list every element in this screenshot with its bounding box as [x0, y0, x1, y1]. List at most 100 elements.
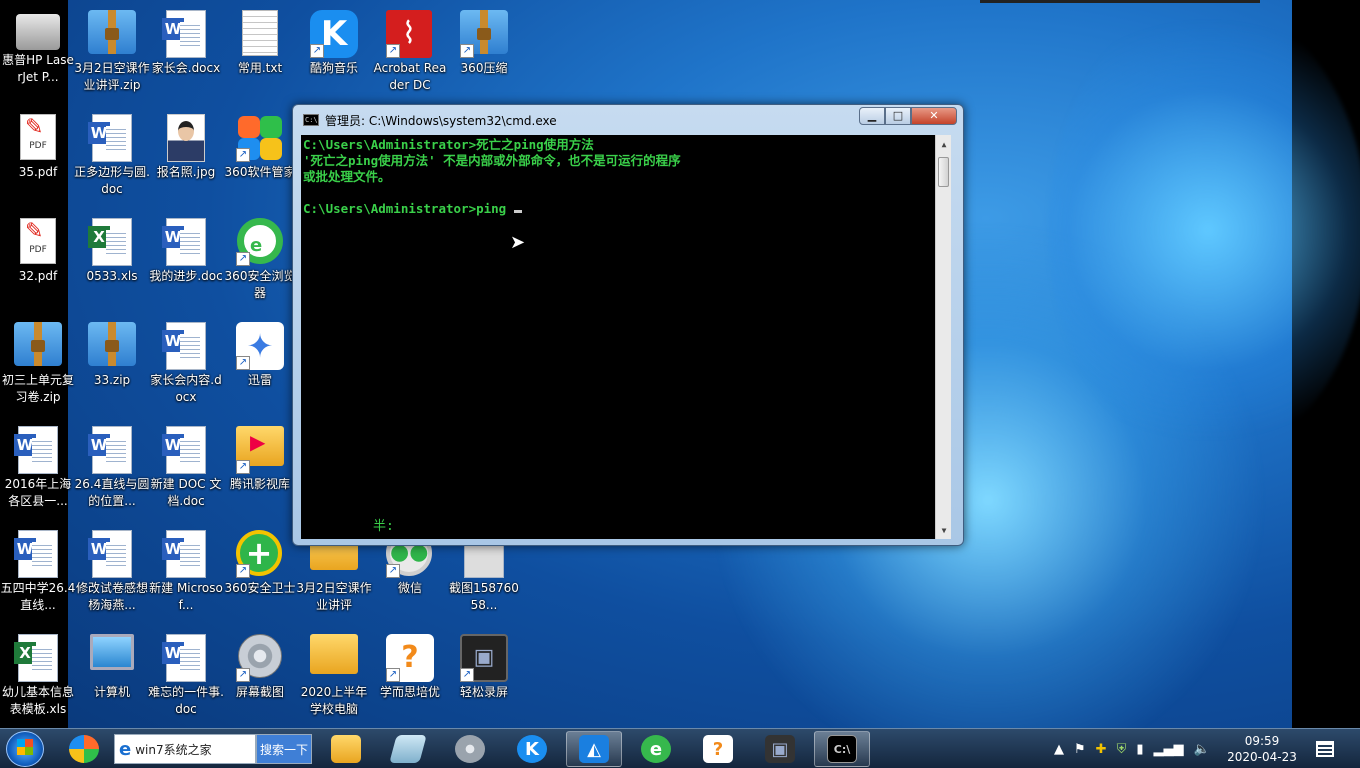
360-software-manager-icon	[69, 735, 99, 763]
folder-icon	[331, 735, 361, 763]
desktop-icon-new-microsoft[interactable]: W 新建 Microsof...	[148, 524, 224, 614]
cmd-titlebar[interactable]: C:\ 管理员: C:\Windows\system32\cmd.exe	[303, 111, 557, 129]
taskbar-paper[interactable]	[380, 731, 436, 767]
app-logo-icon: ◭	[579, 735, 609, 763]
maximize-button[interactable]: □	[885, 107, 911, 125]
battery-icon[interactable]: ▮	[1136, 742, 1143, 757]
desktop-icon-tencent-video[interactable]: ▶ ↗ 腾讯影视库	[222, 420, 298, 493]
desktop-icon-progress-doc[interactable]: W 我的进步.doc	[148, 212, 224, 285]
desktop-icon-school-pc-folder[interactable]: 2020上半年学校电脑	[296, 628, 372, 718]
text-file-icon	[242, 10, 278, 56]
desktop-icon-360-guard[interactable]: + ↗ 360安全卫士	[222, 524, 298, 597]
taskbar-recorder[interactable]: ▣	[752, 731, 808, 767]
desktop-icon-26-4-doc[interactable]: W 26.4直线与圆的位置...	[74, 420, 150, 510]
desktop-icon-screenshot[interactable]: ↗ 屏幕截图	[222, 628, 298, 701]
start-button[interactable]	[6, 731, 44, 767]
taskbar-kugou[interactable]: K	[504, 731, 560, 767]
cmd-output: C:\Users\Administrator>死亡之ping使用方法 '死亡之pi…	[303, 137, 681, 217]
printer-icon	[16, 14, 60, 50]
cmd-window[interactable]: C:\ 管理员: C:\Windows\system32\cmd.exe ▁ □…	[292, 104, 964, 546]
desktop-icon-54-doc[interactable]: W 五四中学26.4直线...	[0, 524, 76, 614]
ie-search-button[interactable]: 搜索一下	[256, 734, 312, 764]
desktop-icon-360-browser[interactable]: e ↗ 360安全浏览器	[222, 212, 298, 302]
action-center-flag-icon[interactable]: ⚑	[1074, 742, 1086, 757]
volume-icon[interactable]: 🔈	[1193, 742, 1209, 757]
desktop-icon-acrobat[interactable]: ⌇ ↗ Acrobat Reader DC	[372, 4, 448, 94]
cmd-line: C:\Users\Administrator>死亡之ping使用方法	[303, 137, 594, 152]
cmd-line: '死亡之ping使用方法' 不是内部或外部命令，也不是可运行的程序	[303, 153, 681, 168]
network-icon[interactable]: ▂▄▆	[1153, 742, 1183, 757]
screenshot-disc-icon	[455, 735, 485, 763]
excel-icon: X	[88, 218, 132, 266]
desktop-icon-computer[interactable]: 计算机	[74, 628, 150, 701]
zip-icon	[88, 10, 136, 54]
desktop-icon-zip-review[interactable]: 初三上单元复习卷.zip	[0, 316, 76, 406]
desktop-icon-printer[interactable]: 惠普HP LaserJet P...	[0, 4, 76, 86]
windows-logo-icon	[17, 739, 33, 755]
desktop-icon-photo-jpg[interactable]: 报名照.jpg	[148, 108, 224, 181]
photo-icon	[167, 114, 205, 162]
360-tray-icon[interactable]: ✚	[1096, 742, 1107, 757]
ie-icon: e	[119, 738, 132, 760]
scroll-down-icon[interactable]: ▼	[936, 523, 951, 537]
security-shield-icon[interactable]: ⛨	[1117, 742, 1127, 757]
cmd-console[interactable]: C:\Users\Administrator>死亡之ping使用方法 '死亡之pi…	[301, 135, 951, 539]
desktop-icon-polygon-doc[interactable]: W 正多边形与圆.doc	[74, 108, 150, 198]
scroll-thumb[interactable]	[938, 157, 949, 187]
cmd-prompt: C:\Users\Administrator>ping	[303, 201, 514, 216]
word-icon: W	[88, 114, 132, 162]
word-icon: W	[162, 218, 206, 266]
taskbar-clock[interactable]: 09:59 2020-04-23	[1226, 733, 1298, 765]
desktop-icon-kids-xls[interactable]: X 幼儿基本信息表模板.xls	[0, 628, 76, 718]
vertical-scrollbar[interactable]: ▲ ▼	[935, 135, 951, 539]
kugou-music-icon: K	[517, 735, 547, 763]
desktop-icon-parents-docx[interactable]: W 家长会.docx	[148, 4, 224, 77]
minimize-button[interactable]: ▁	[859, 107, 885, 125]
taskbar-360-soft[interactable]	[56, 731, 112, 767]
word-icon: W	[14, 530, 58, 578]
desktop-icon-0533-xls[interactable]: X 0533.xls	[74, 212, 150, 285]
taskbar-explorer[interactable]	[318, 731, 374, 767]
cmd-prompt-line: C:\Users\Administrator>ping	[303, 201, 681, 217]
desktop-icon-360-soft[interactable]: ↗ 360软件管家	[222, 108, 298, 181]
word-icon: W	[88, 426, 132, 474]
taskbar-screenshot[interactable]	[442, 731, 498, 767]
scroll-up-icon[interactable]: ▲	[936, 137, 951, 151]
desktop-icon-parents-content-docx[interactable]: W 家长会内容.docx	[148, 316, 224, 406]
xueersi-icon: ?	[703, 735, 733, 763]
show-desktop-icon[interactable]	[1316, 741, 1334, 757]
taskbar-app[interactable]: ◭	[566, 731, 622, 767]
desktop-icon-33-zip[interactable]: 33.zip	[74, 316, 150, 389]
desktop-icon-new-doc[interactable]: W 新建 DOC 文档.doc	[148, 420, 224, 510]
desktop-icon-common-txt[interactable]: 常用.txt	[222, 4, 298, 77]
desktop-icon-memorable-doc[interactable]: W 难忘的一件事.doc	[148, 628, 224, 718]
close-button[interactable]: ✕	[911, 107, 957, 125]
word-icon: W	[162, 322, 206, 370]
word-icon: W	[162, 10, 206, 58]
tray-expand-icon[interactable]: ▲	[1054, 742, 1064, 757]
taskbar-cmd[interactable]: C:\	[814, 731, 870, 767]
desktop-icon-32-pdf[interactable]: ✎ PDF 32.pdf	[0, 212, 76, 285]
zip-icon	[14, 322, 62, 366]
excel-icon: X	[14, 634, 58, 682]
desktop-icon-revise-doc[interactable]: W 修改试卷感想杨海燕...	[74, 524, 150, 614]
cmd-line	[303, 185, 681, 201]
cmd-icon: C:\	[303, 114, 319, 126]
taskbar-xueersi[interactable]: ?	[690, 731, 746, 767]
screen-recorder-icon: ▣	[765, 735, 795, 763]
desktop-icon-35-pdf[interactable]: ✎ PDF 35.pdf	[0, 108, 76, 181]
ie-address-box[interactable]: e win7系统之家	[114, 734, 256, 764]
taskbar-360-browser[interactable]: e	[628, 731, 684, 767]
desktop-icon-2016-doc[interactable]: W 2016年上海各区县一...	[0, 420, 76, 510]
desktop-icon-march-zip[interactable]: 3月2日空课作业讲评.zip	[74, 4, 150, 94]
cmd-title-text: 管理员: C:\Windows\system32\cmd.exe	[325, 113, 557, 128]
text-cursor	[513, 210, 522, 213]
taskbar: e win7系统之家 搜索一下 K ◭ e ? ▣ C:\ ▲ ⚑ ✚ ⛨ ▮ …	[0, 728, 1360, 768]
desktop-icon-xueersi[interactable]: ? ↗ 学而思培优	[372, 628, 448, 701]
desktop-icon-kugou[interactable]: K ↗ 酷狗音乐	[296, 4, 372, 77]
desktop-icon-thunder[interactable]: ✦ ↗ 迅雷	[222, 316, 298, 389]
clock-time: 09:59	[1244, 734, 1280, 748]
desktop-icon-recorder[interactable]: ▣ ↗ 轻松录屏	[446, 628, 522, 701]
word-icon: W	[14, 426, 58, 474]
desktop-icon-360zip[interactable]: ↗ 360压缩	[446, 4, 522, 77]
